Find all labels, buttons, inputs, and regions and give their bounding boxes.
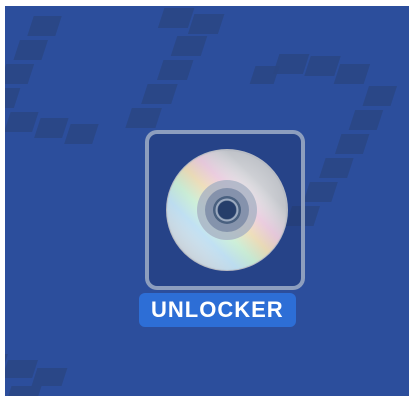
disc-icon-selection[interactable] [145, 130, 305, 290]
desktop-background: UNLOCKER [5, 6, 409, 396]
icon-label[interactable]: UNLOCKER [139, 293, 296, 327]
dvd-disc-icon[interactable] [165, 148, 289, 272]
